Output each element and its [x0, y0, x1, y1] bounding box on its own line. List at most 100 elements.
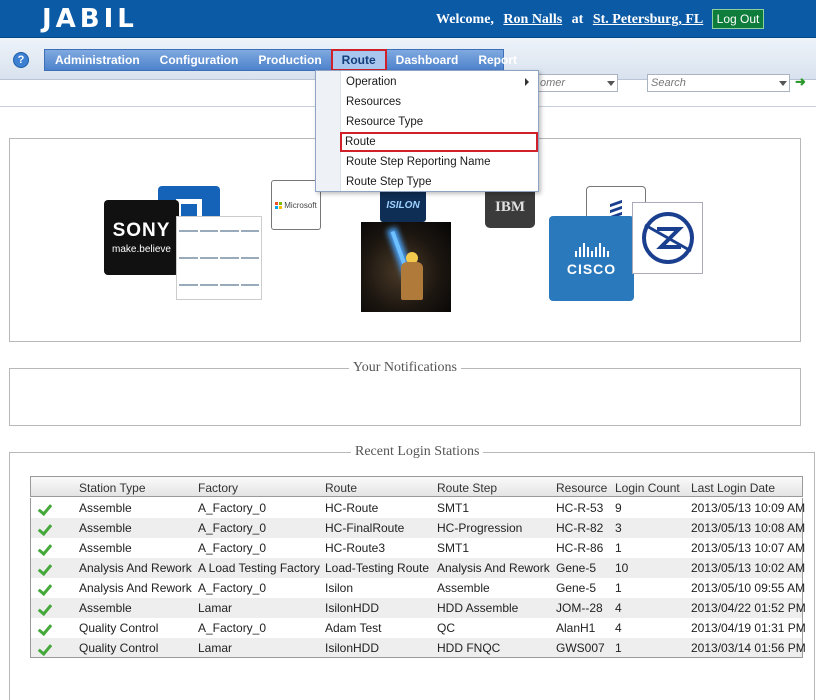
cell-route-step: HDD FNQC [437, 641, 501, 655]
route-dropdown-menu: Operation Resources Resource Type Route … [315, 70, 539, 192]
green-check-icon [38, 541, 52, 555]
cell-route-step: SMT1 [437, 501, 470, 515]
green-check-icon [38, 621, 52, 635]
green-check-icon [38, 601, 52, 615]
question-circle-icon[interactable]: ? [13, 52, 29, 68]
green-check-icon [38, 581, 52, 595]
col-resource[interactable]: Resource [556, 477, 607, 498]
cell-last-login: 2013/04/19 01:31 PM [691, 621, 806, 635]
search-placeholder: Search [651, 77, 686, 89]
col-route[interactable]: Route [325, 477, 357, 498]
cell-route: HC-Route [325, 501, 379, 515]
cell-factory: Lamar [198, 641, 233, 655]
location-link[interactable]: St. Petersburg, FL [593, 12, 703, 27]
table-row[interactable]: Quality Control A_Factory_0 Adam Test QC Ala… [30, 618, 806, 638]
table-row[interactable]: Quality Control Lamar IsilonHDD HDD FNQC GWS… [30, 638, 806, 658]
menu-item-operation[interactable]: Operation [317, 72, 537, 92]
menu-production[interactable]: Production [248, 50, 331, 70]
ibm-logo: IBM [485, 186, 535, 228]
cell-factory: A_Factory_0 [198, 521, 267, 535]
logout-button[interactable]: Log Out [712, 9, 764, 29]
table-row[interactable]: Assemble A_Factory_0 HC-Route SMT1 HC-R-53 9 2… [30, 498, 806, 518]
menu-item-resources[interactable]: Resources [317, 92, 537, 112]
search-select[interactable]: Search [647, 74, 790, 92]
cell-login-count: 1 [615, 541, 622, 555]
cell-station-type: Assemble [79, 521, 132, 535]
lego-jedi-image [361, 222, 451, 312]
cell-login-count: 10 [615, 561, 629, 575]
cell-station-type: Quality Control [79, 641, 159, 655]
cell-resource: AlanH1 [556, 621, 596, 635]
cell-route-step: SMT1 [437, 541, 470, 555]
cell-last-login: 2013/05/13 10:08 AM [691, 521, 806, 535]
menu-report[interactable]: Report [468, 50, 527, 70]
col-last-login-date[interactable]: Last Login Date [691, 477, 775, 498]
windows-flag-icon [275, 201, 283, 209]
cell-login-count: 1 [615, 581, 622, 595]
green-check-icon [38, 521, 52, 535]
menu-route[interactable]: Route [330, 49, 387, 71]
menu-dashboard[interactable]: Dashboard [386, 50, 469, 70]
menu-administration[interactable]: Administration [45, 50, 150, 70]
menu-item-route-step-reporting-name[interactable]: Route Step Reporting Name [317, 152, 537, 172]
cell-resource: HC-R-82 [556, 521, 604, 535]
cell-login-count: 4 [615, 621, 622, 635]
col-login-count[interactable]: Login Count [615, 477, 680, 498]
cell-last-login: 2013/04/22 01:52 PM [691, 601, 806, 615]
table-row[interactable]: Assemble A_Factory_0 HC-FinalRoute HC-Progr… [30, 518, 806, 538]
at-label: at [571, 12, 584, 27]
cell-route-step: Assemble [437, 581, 490, 595]
logins-table-header: Station Type Factory Route Route Step Re… [30, 476, 803, 497]
table-row[interactable]: Analysis And Rework A_Factory_0 Isilon Asse… [30, 578, 806, 598]
cell-station-type: Analysis And Rework [79, 561, 192, 575]
cell-station-type: Quality Control [79, 621, 159, 635]
cell-route: IsilonHDD [325, 641, 380, 655]
col-route-step[interactable]: Route Step [437, 477, 497, 498]
cell-resource: HC-R-53 [556, 501, 604, 515]
cell-factory: A_Factory_0 [198, 501, 267, 515]
cell-login-count: 1 [615, 641, 622, 655]
green-check-icon [38, 561, 52, 575]
cell-route: HC-FinalRoute [325, 521, 405, 535]
sony-logo-text: SONY [112, 220, 171, 241]
welcome-label: Welcome, [436, 12, 494, 27]
cell-route-step: QC [437, 621, 455, 635]
col-factory[interactable]: Factory [198, 477, 238, 498]
cell-route-step: HDD Assemble [437, 601, 519, 615]
cell-last-login: 2013/05/13 10:09 AM [691, 501, 806, 515]
col-station-type[interactable]: Station Type [79, 477, 146, 498]
cell-route: IsilonHDD [325, 601, 380, 615]
table-row[interactable]: Assemble Lamar IsilonHDD HDD Assemble JOM--2… [30, 598, 806, 618]
cisco-logo-text: CISCO [566, 260, 617, 277]
menu-item-route[interactable]: Route [340, 132, 538, 152]
cell-resource: Gene-5 [556, 581, 597, 595]
cell-resource: HC-R-86 [556, 541, 604, 555]
microsoft-logo-text: Microsoft [284, 200, 317, 210]
menu-configuration[interactable]: Configuration [150, 50, 249, 70]
cell-route: Load-Testing Route [325, 561, 430, 575]
cell-resource: Gene-5 [556, 561, 597, 575]
welcome-bar: Welcome, Ron Nalls at St. Petersburg, FL [436, 12, 703, 28]
cell-factory: A Load Testing Factory [198, 561, 320, 575]
menu-item-resource-type[interactable]: Resource Type [317, 112, 537, 132]
chevron-right-icon [525, 78, 529, 86]
green-arrow-right-icon[interactable]: ➜ [795, 74, 806, 90]
isilon-logo: ISILON [380, 188, 426, 222]
cell-factory: A_Factory_0 [198, 621, 267, 635]
menu-item-route-step-type[interactable]: Route Step Type [317, 172, 537, 192]
cell-factory: A_Factory_0 [198, 541, 267, 555]
cell-route: Adam Test [325, 621, 382, 635]
cell-station-type: Analysis And Rework [79, 581, 192, 595]
cell-resource: GWS007 [556, 641, 605, 655]
cell-last-login: 2013/05/13 10:02 AM [691, 561, 806, 575]
table-row[interactable]: Assemble A_Factory_0 HC-Route3 SMT1 HC-R-86 1… [30, 538, 805, 558]
cell-route-step: HC-Progression [437, 521, 523, 535]
microsoft-logo: Microsoft [271, 180, 321, 230]
user-name-link[interactable]: Ron Nalls [503, 12, 562, 27]
table-row[interactable]: Analysis And Rework A Load Testing Factor… [30, 558, 806, 578]
customer-select[interactable]: omer [536, 74, 618, 92]
green-check-icon [38, 641, 52, 655]
cell-factory: Lamar [198, 601, 233, 615]
chevron-down-icon [779, 81, 787, 86]
cell-last-login: 2013/05/10 09:55 AM [691, 581, 806, 595]
